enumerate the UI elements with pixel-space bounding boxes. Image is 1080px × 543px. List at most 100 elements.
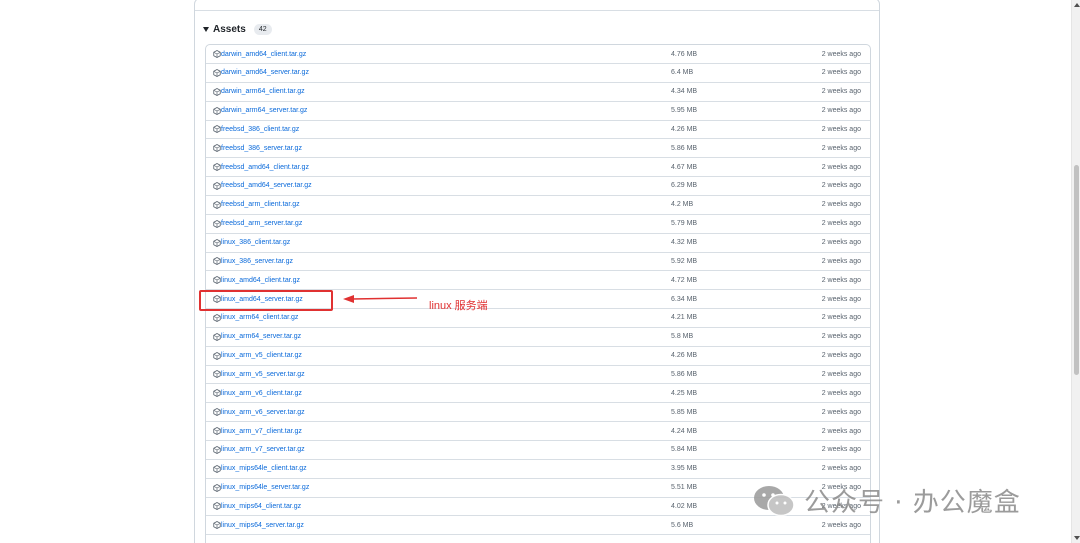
asset-download-link[interactable]: linux_arm_v6_server.tar.gz xyxy=(221,409,305,416)
asset-row: linux_386_client.tar.gz 4.32 MB 2 weeks ag… xyxy=(206,234,870,253)
asset-date: 2 weeks ago xyxy=(821,69,861,77)
asset-date: 2 weeks ago xyxy=(821,408,861,416)
asset-date: 2 weeks ago xyxy=(821,295,861,303)
asset-date: 2 weeks ago xyxy=(821,446,861,454)
asset-size: 5.85 MB xyxy=(671,408,698,416)
asset-size: 5.95 MB xyxy=(671,107,698,115)
asset-download-link[interactable]: freebsd_arm_client.tar.gz xyxy=(221,201,300,208)
asset-download-link[interactable]: linux_arm_v7_client.tar.gz xyxy=(221,428,302,435)
scrollbar-thumb[interactable] xyxy=(1074,165,1079,375)
package-icon xyxy=(213,313,221,322)
package-icon xyxy=(213,125,221,134)
assets-toggle[interactable]: Assets 42 xyxy=(203,22,272,36)
package-icon xyxy=(213,50,221,58)
asset-download-link[interactable]: freebsd_386_client.tar.gz xyxy=(221,126,299,133)
asset-download-link[interactable]: linux_arm_v6_client.tar.gz xyxy=(221,390,302,397)
asset-download-link[interactable]: freebsd_amd64_server.tar.gz xyxy=(221,182,312,189)
asset-download-link[interactable]: linux_arm_v5_server.tar.gz xyxy=(221,371,305,378)
scroll-up-icon[interactable] xyxy=(1074,3,1080,7)
asset-row: linux_arm_v6_client.tar.gz 4.25 MB 2 weeks… xyxy=(206,384,870,404)
asset-download-link[interactable]: linux_mips64le_server.tar.gz xyxy=(221,484,309,491)
asset-download-link[interactable]: linux_mips64_server.tar.gz xyxy=(221,522,304,529)
asset-size: 4.25 MB xyxy=(671,389,698,397)
scroll-down-icon[interactable] xyxy=(1074,536,1080,540)
asset-date: 2 weeks ago xyxy=(821,352,861,360)
asset-download-link[interactable]: linux_386_server.tar.gz xyxy=(221,258,293,265)
asset-size: 5.86 MB xyxy=(671,144,698,152)
page-scrollbar[interactable] xyxy=(1071,0,1080,543)
package-icon xyxy=(213,351,221,360)
asset-download-link[interactable]: linux_mips64le_client.tar.gz xyxy=(221,465,307,472)
package-icon xyxy=(213,257,221,266)
package-icon xyxy=(213,408,221,417)
asset-download-link[interactable]: darwin_amd64_client.tar.gz xyxy=(221,51,306,58)
asset-size: 4.2 MB xyxy=(671,201,694,209)
asset-row: linux_arm64_server.tar.gz 5.8 MB 2 weeks a… xyxy=(206,328,870,347)
watermark: 公众号 · 办公魔盒 xyxy=(752,482,1021,519)
asset-row: freebsd_amd64_server.tar.gz 6.29 MB 2 week… xyxy=(206,177,870,196)
package-icon xyxy=(213,483,221,492)
asset-date: 2 weeks ago xyxy=(821,220,861,228)
annotation-label: linux 服务端 xyxy=(429,300,488,312)
asset-download-link[interactable]: linux_arm_v5_client.tar.gz xyxy=(221,352,302,359)
asset-size: 5.8 MB xyxy=(671,333,694,341)
asset-date: 2 weeks ago xyxy=(821,333,861,341)
asset-row: freebsd_386_client.tar.gz 4.26 MB 2 weeks … xyxy=(206,120,870,140)
asset-size: 4.34 MB xyxy=(671,88,698,96)
asset-date: 2 weeks ago xyxy=(821,201,861,209)
asset-download-link[interactable]: darwin_arm64_client.tar.gz xyxy=(221,88,305,95)
asset-row: linux_arm_v6_server.tar.gz 5.85 MB 2 weeks… xyxy=(206,403,870,423)
asset-download-link[interactable]: freebsd_amd64_client.tar.gz xyxy=(221,164,309,171)
highlight-box xyxy=(199,290,333,311)
package-icon xyxy=(213,163,221,171)
asset-date: 2 weeks ago xyxy=(821,389,861,397)
asset-date: 2 weeks ago xyxy=(821,314,861,322)
asset-row: linux_mips64le_client.tar.gz 3.95 MB 2 wee… xyxy=(206,460,870,479)
package-icon xyxy=(213,144,221,153)
asset-size: 5.51 MB xyxy=(671,484,698,492)
asset-date: 2 weeks ago xyxy=(821,107,861,115)
asset-download-link[interactable]: linux_386_client.tar.gz xyxy=(221,239,290,246)
asset-date: 2 weeks ago xyxy=(821,239,861,246)
asset-size: 4.24 MB xyxy=(671,427,698,435)
asset-download-link[interactable]: darwin_arm64_server.tar.gz xyxy=(221,107,307,114)
asset-download-link[interactable]: freebsd_arm_server.tar.gz xyxy=(221,220,302,227)
asset-row: linux_arm_v7_server.tar.gz 5.84 MB 2 weeks… xyxy=(206,441,870,460)
asset-size: 5.86 MB xyxy=(671,370,698,378)
asset-row: linux_mips64_server.tar.gz 5.6 MB 2 weeks … xyxy=(206,516,870,536)
caret-down-icon xyxy=(203,26,209,32)
asset-row: linux_arm_v5_client.tar.gz 4.26 MB 2 weeks… xyxy=(206,347,870,366)
asset-download-link[interactable]: linux_arm64_client.tar.gz xyxy=(221,314,298,321)
release-card: Assets 42 darwin_amd64_client.tar.gz 4.76… xyxy=(194,0,880,543)
asset-download-link[interactable]: linux_mips64_client.tar.gz xyxy=(221,503,301,510)
asset-date: 2 weeks ago xyxy=(821,465,861,473)
asset-row: freebsd_386_server.tar.gz 5.86 MB 2 weeks … xyxy=(206,139,870,159)
asset-size: 5.92 MB xyxy=(671,257,698,265)
asset-download-link[interactable]: linux_arm_v7_server.tar.gz xyxy=(221,446,305,453)
asset-size: 4.67 MB xyxy=(671,163,698,171)
asset-size: 3.95 MB xyxy=(671,465,698,473)
asset-size: 4.76 MB xyxy=(671,50,698,58)
asset-download-link[interactable]: freebsd_386_server.tar.gz xyxy=(221,145,302,152)
package-icon xyxy=(213,332,221,341)
asset-row: linux_arm_v7_client.tar.gz 4.24 MB 2 weeks… xyxy=(206,422,870,441)
asset-download-link[interactable]: linux_amd64_client.tar.gz xyxy=(221,277,300,284)
asset-size: 5.6 MB xyxy=(671,521,694,529)
asset-date: 2 weeks ago xyxy=(821,521,861,529)
asset-size: 4.32 MB xyxy=(671,239,698,246)
asset-row: freebsd_arm_server.tar.gz 5.79 MB 2 weeks … xyxy=(206,215,870,234)
package-icon xyxy=(213,521,221,530)
asset-row: freebsd_amd64_client.tar.gz 4.67 MB 2 week… xyxy=(206,158,870,178)
asset-date: 2 weeks ago xyxy=(821,182,861,190)
asset-download-link[interactable]: linux_arm64_server.tar.gz xyxy=(221,333,301,340)
package-icon xyxy=(213,464,221,473)
package-icon xyxy=(213,87,221,96)
asset-size: 6.4 MB xyxy=(671,69,694,77)
asset-size: 4.26 MB xyxy=(671,352,698,360)
asset-download-link[interactable]: darwin_amd64_server.tar.gz xyxy=(221,69,309,76)
package-icon xyxy=(213,502,221,511)
asset-size: 4.72 MB xyxy=(671,276,698,284)
asset-row: darwin_arm64_client.tar.gz 4.34 MB 2 weeks… xyxy=(206,83,870,102)
asset-date: 2 weeks ago xyxy=(821,125,861,133)
asset-row: darwin_amd64_client.tar.gz 4.76 MB 2 weeks… xyxy=(206,45,870,64)
